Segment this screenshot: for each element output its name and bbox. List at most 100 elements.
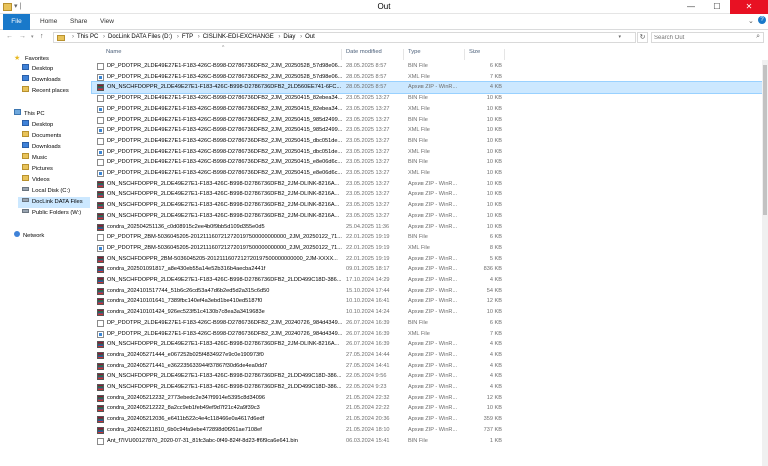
desktop-icon — [22, 64, 29, 71]
zip-file-icon — [97, 298, 104, 306]
search-icon[interactable]: ⌕ — [756, 33, 760, 41]
back-button[interactable]: ← — [6, 32, 13, 42]
file-row[interactable]: DP_PDOTPR_2LDE49E27E1-F183-426C-B998-D27… — [92, 61, 768, 72]
bin-file-icon — [97, 95, 104, 103]
scrollbar-thumb[interactable] — [763, 65, 767, 215]
nav-favorites[interactable]: ★ Favorites — [14, 53, 49, 64]
nav-documents[interactable]: Documents — [22, 131, 61, 142]
tab-file[interactable]: File — [3, 14, 30, 30]
column-name[interactable]: Name — [102, 49, 342, 60]
bin-file-icon — [97, 159, 104, 167]
file-row[interactable]: DP_PDOTPR_2LDE49E27E1-F183-426C-B998-D27… — [92, 147, 768, 158]
nav-local-disk[interactable]: Local Disk (C:) — [22, 186, 70, 197]
file-type: XML File — [408, 73, 430, 80]
file-row[interactable]: DP_PDOTPR_2LDE49E27E1-F183-426C-B998-D27… — [92, 136, 768, 147]
column-size[interactable]: Size — [465, 49, 505, 60]
recent-locations-button[interactable]: ▾ — [31, 32, 34, 42]
tab-home[interactable]: Home — [40, 16, 57, 28]
file-row[interactable]: DP_PDOTPR_2LDE49E27E1-F183-426C-B998-D27… — [92, 168, 768, 179]
xml-file-icon — [97, 127, 104, 135]
tab-share[interactable]: Share — [70, 16, 87, 28]
file-row[interactable]: DP_PDOTPR_2LDE49E27E1-F183-426C-B998-D27… — [92, 104, 768, 115]
file-row[interactable]: DP_PDOTPR_2LDE49E27E1-F183-426C-B998-D27… — [92, 157, 768, 168]
file-row[interactable]: DP_PDOTPR_2BM-5036045205-201211160721272… — [92, 243, 768, 254]
breadcrumb-cislink[interactable]: CISLINK-EDI-EXCHANGE — [203, 34, 274, 40]
file-row[interactable]: ON_NSCHFDOPPR_2LDE49E27E1-F183-426C-B998… — [92, 339, 768, 350]
vertical-scrollbar[interactable] — [762, 60, 768, 466]
file-row[interactable]: DP_PDOTPR_2LDE49E27E1-F183-426C-B998-D27… — [92, 125, 768, 136]
file-type: Архив ZIP - WinR... — [408, 180, 458, 187]
maximize-button[interactable]: ☐ — [706, 0, 728, 14]
breadcrumb-this-pc[interactable]: This PC — [77, 34, 98, 40]
file-row[interactable]: condra_20240521223​2_2773ebedc2e347f9914… — [92, 393, 768, 404]
file-row[interactable]: ON_NSCHFDOPPR_2LDE49E27E1-F183-426C-B998… — [92, 179, 768, 190]
file-date-modified: 21.05.2024 18:10 — [346, 426, 390, 433]
nav-network[interactable]: Network — [14, 231, 44, 242]
file-list: ^ Name Date modified Type Size DP_PDOTPR… — [91, 45, 768, 466]
file-row[interactable]: condra_20241010142​4_926ec523f51c4130b7c… — [92, 307, 768, 318]
address-field[interactable]: › This PC › DocLink DATA Files (D:) › FTP ›… — [53, 32, 636, 43]
computer-icon — [14, 109, 21, 116]
file-row[interactable]: ON_NSCHFDOPPR_2LDE49E27E1-F183-426C-B998… — [92, 382, 768, 393]
nav-this-pc[interactable]: This PC — [14, 109, 45, 120]
file-row[interactable]: ON_NSCHFDOPPR_2LDE49E27E1-F183-426C-B998… — [92, 200, 768, 211]
nav-recent-places[interactable]: Recent places — [22, 86, 69, 97]
forward-button[interactable]: → — [19, 32, 26, 42]
file-row[interactable]: condra_20240521222​2_8a2cc9eb1feb49ef9d7… — [92, 403, 768, 414]
up-button[interactable]: ↑ — [40, 32, 44, 42]
file-date-modified: 21.05.2024 22:22 — [346, 405, 390, 412]
help-icon[interactable]: ? — [758, 16, 766, 24]
nav-music[interactable]: Music — [22, 153, 47, 164]
search-input[interactable] — [654, 34, 749, 42]
nav-desktop[interactable]: Desktop — [22, 64, 53, 75]
file-row[interactable]: ON_NSCHFDOPPR_2LDE49E27E1-F183-426C-B998… — [92, 371, 768, 382]
expand-ribbon-icon[interactable]: ⌄ — [748, 17, 754, 25]
file-type: Архив ZIP - WinR... — [408, 212, 458, 219]
nav-pc-downloads[interactable]: Downloads — [22, 142, 61, 153]
file-row[interactable]: DP_PDOTPR_2LDE49E27E1-F183-426C-B998-D27… — [92, 318, 768, 329]
file-row[interactable]: DP_PDOTPR_2LDE49E27E1-F183-426C-B998-D27… — [92, 115, 768, 126]
file-row[interactable]: condra_20240521181​0_6b0c94fa9ebe472898d… — [92, 425, 768, 436]
file-row[interactable]: ON_NSCHFDOPPR_2BM-5036045205-20121116072… — [92, 254, 768, 265]
file-name: ON_NSCHFDOPPR_2LDE49E27E1-F183-426C-B998… — [107, 191, 340, 198]
file-row[interactable]: ON_NSCHFDOPPR_2LDE49E27E1-F183-426C-B998… — [91, 81, 768, 95]
breadcrumb-diay[interactable]: Diay — [283, 34, 295, 40]
nav-pc-desktop[interactable]: Desktop — [22, 120, 53, 131]
breadcrumb-out[interactable]: Out — [305, 34, 315, 40]
address-dropdown-icon[interactable]: ▾ — [618, 34, 621, 40]
nav-public-folders[interactable]: Public Folders (W:) — [22, 208, 81, 219]
close-button[interactable]: ✕ — [730, 0, 768, 14]
file-row[interactable]: condra_20250425113​6_c0d08915c2ee4b0f9bb… — [92, 222, 768, 233]
column-type[interactable]: Type — [404, 49, 465, 60]
file-row[interactable]: DP_PDOTPR_2LDE49E27E1-F183-426C-B998-D27… — [92, 329, 768, 340]
file-row[interactable]: condra_20240527144​1_e362235633944f37867… — [92, 361, 768, 372]
file-row[interactable]: condra_2025010918​17_a8e430eb55a14e52b31… — [92, 264, 768, 275]
file-row[interactable]: condra_20240527144​4_e067252b025f4834927… — [92, 350, 768, 361]
file-row[interactable]: DP_PDOTPR_2LDE49E27E1-F183-426C-B998-D27… — [92, 93, 768, 104]
file-row[interactable]: condra_20241010164​1_7389fbc140ef4a3ebd1… — [92, 296, 768, 307]
minimize-button[interactable]: — — [680, 0, 702, 14]
file-date-modified: 22.05.2024 9:23 — [346, 384, 387, 390]
file-name: ON_NSCHFDOPPR_2LDE49E27E1-F183-426C-B998… — [107, 84, 342, 91]
file-row[interactable]: DP_PDOTPR_2BM-5036045205-201211160721272… — [92, 232, 768, 243]
file-row[interactable]: ON_NSCHFDOPPR_2LDE49E27E1-F183-426C-B998… — [92, 211, 768, 222]
nav-doclink[interactable]: DocLink DATA Files — [18, 197, 90, 208]
file-row[interactable]: condra_20241015177​44_51b6c26cd53a47d6b2… — [92, 286, 768, 297]
nav-videos[interactable]: Videos — [22, 175, 50, 186]
file-row[interactable]: Ant_f7IVU00127870_2020-07-31_81fc3abc-0f… — [92, 436, 768, 447]
tab-view[interactable]: View — [100, 16, 114, 28]
column-date-modified[interactable]: Date modified — [342, 49, 404, 60]
file-row[interactable]: DP_PDOTPR_2LDE49E27E1-F183-426C-B998-D27… — [92, 72, 768, 83]
search-box[interactable]: ⌕ — [651, 32, 764, 43]
nav-downloads[interactable]: Downloads — [22, 75, 61, 86]
breadcrumb-doclink[interactable]: DocLink DATA Files (D:) — [108, 34, 172, 40]
refresh-button[interactable]: ↻ — [637, 32, 648, 43]
nav-pictures[interactable]: Pictures — [22, 164, 53, 175]
file-row[interactable]: ON_NSCHFDOPPR_2LDE49E27E1-F183-426C-B998… — [92, 275, 768, 286]
file-date-modified: 26.07.2024 16:39 — [346, 330, 390, 337]
file-size: 54 KB — [486, 287, 502, 294]
file-row[interactable]: ON_NSCHFDOPPR_2LDE49E27E1-F183-426C-B998… — [92, 189, 768, 200]
breadcrumb-ftp[interactable]: FTP — [182, 34, 193, 40]
file-type: Архив ZIP - WinR... — [408, 394, 458, 401]
file-row[interactable]: condra_20240521203​6_e6411b522c4e4c11846… — [92, 414, 768, 425]
